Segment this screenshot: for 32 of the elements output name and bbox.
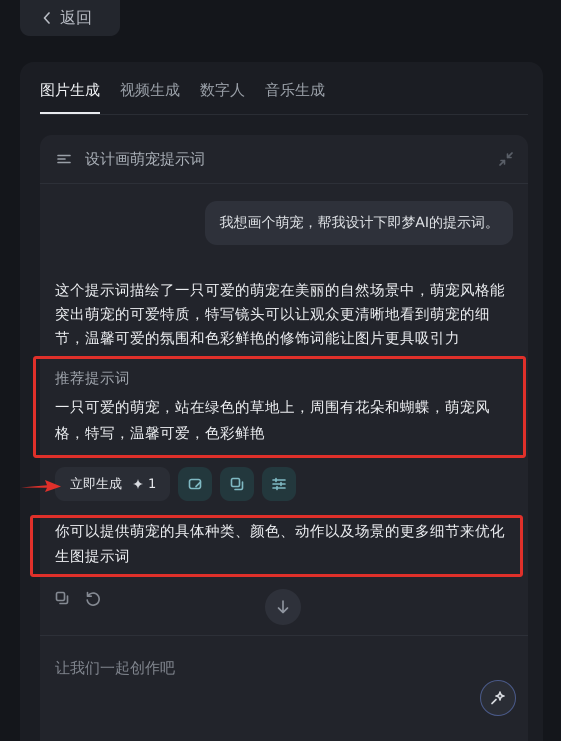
- sparkle-icon: [491, 691, 505, 705]
- answer-text: 这个提示词描绘了一只可爱的萌宠在美丽的自然场景中，萌宠风格能突出萌宠的可爱特质，特写镜头可以让观众更清晰地看到萌宠的细节，温馨可爱的氛围和色彩鲜艳的修饰词能让图片更具吸引力: [55, 282, 506, 349]
- tab[interactable]: 数字人: [200, 80, 245, 114]
- send-button[interactable]: [480, 680, 516, 716]
- user-message: 我想画个萌宠，帮我设计下即梦AI的提示词。: [205, 201, 513, 245]
- tab[interactable]: 图片生成: [40, 80, 100, 114]
- refresh-icon: [85, 591, 101, 607]
- refresh-button[interactable]: [85, 591, 101, 607]
- section-heading: 推荐提示词: [55, 370, 131, 389]
- tab[interactable]: 视频生成: [120, 80, 180, 114]
- prompt-text: 一只可爱的萌宠，站在绿色的草地上，周围有花朵和蝴蝶，萌宠风格，特写，温馨可爱，色彩鲜艳: [55, 398, 491, 444]
- sliders-icon: [272, 477, 286, 491]
- duplicate-button[interactable]: [220, 467, 254, 501]
- chat-title: 设计画萌宠提示词: [85, 150, 205, 168]
- collapse-icon: [499, 152, 513, 166]
- copy-icon: [55, 591, 71, 607]
- copy-icon: [230, 477, 244, 491]
- adjust-button[interactable]: [262, 467, 296, 501]
- list-icon: [57, 154, 71, 164]
- tip-text: 你可以提供萌宠的具体种类、颜色、动作以及场景的更多细节来优化生图提示词: [55, 522, 506, 567]
- chevron-left-icon: [43, 12, 51, 24]
- copy-button[interactable]: [55, 591, 71, 607]
- scroll-down-button[interactable]: [265, 589, 301, 625]
- tab[interactable]: 音乐生成: [265, 80, 325, 114]
- back-button[interactable]: 返回: [20, 0, 120, 36]
- edit-icon: [188, 477, 202, 491]
- arrow-down-icon: [277, 600, 289, 614]
- prompt-input[interactable]: 让我们一起创作吧: [55, 656, 355, 680]
- edit-button[interactable]: [178, 467, 212, 501]
- sparkle-icon: [133, 479, 143, 489]
- collapse-button[interactable]: [499, 152, 513, 166]
- generate-button[interactable]: 立即生成 1: [55, 467, 170, 501]
